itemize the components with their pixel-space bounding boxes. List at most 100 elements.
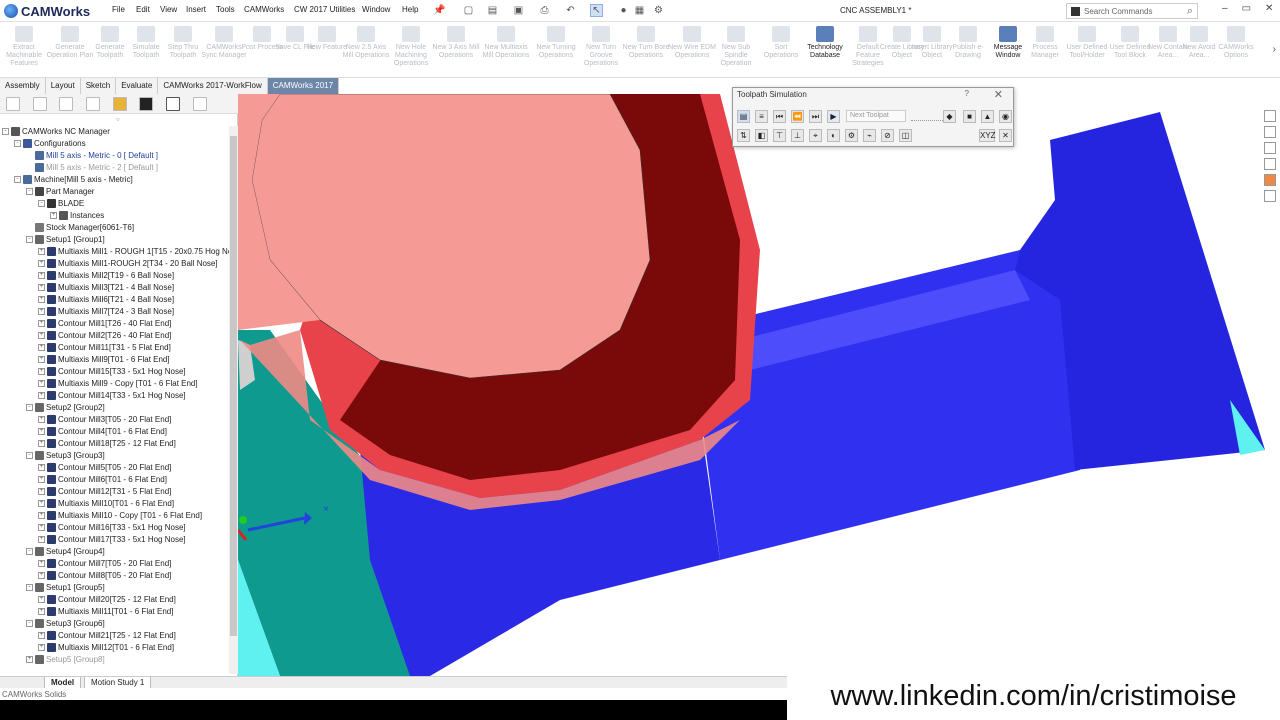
camworks-tool-tree-tab-icon[interactable]: [193, 97, 207, 111]
tool-icon[interactable]: ⊤: [773, 129, 786, 142]
ribbon-new-2-5-axis-mill-operations-button[interactable]: New 2.5 Axis Mill Operations: [342, 26, 390, 60]
collapse-icon[interactable]: -: [26, 235, 33, 243]
tab-layout[interactable]: Layout: [45, 78, 81, 94]
ribbon-new-turn-bore-operations-button[interactable]: New Turn Bore Operations: [622, 26, 670, 60]
file-properties-icon[interactable]: ▦: [633, 4, 646, 17]
expand-icon[interactable]: +: [38, 463, 45, 471]
ribbon-process-manager-button[interactable]: Process Manager: [1021, 26, 1069, 60]
collision-icon[interactable]: ⌁: [863, 129, 876, 142]
tree-item[interactable]: Mill 5 axis - Metric - 2 [ Default ]: [26, 161, 158, 173]
design-library-icon[interactable]: [1264, 126, 1276, 138]
minimize-icon[interactable]: –: [1222, 3, 1228, 14]
ribbon-technology-database-button[interactable]: Technology Database: [801, 26, 849, 60]
expand-icon[interactable]: +: [38, 595, 45, 603]
operation-item[interactable]: + Contour Mill16[T33 - 5x1 Hog Nose]: [38, 521, 186, 533]
expand-icon[interactable]: +: [50, 211, 57, 219]
configuration-manager-tab-icon[interactable]: [59, 97, 73, 111]
collapse-icon[interactable]: -: [26, 403, 33, 411]
feature-manager-tab-icon[interactable]: [6, 97, 20, 111]
setup-item[interactable]: - Setup3 [Group6]: [26, 617, 105, 629]
expand-icon[interactable]: +: [38, 343, 45, 351]
tree-item[interactable]: Stock Manager[6061-T6]: [26, 221, 134, 233]
rewind-icon[interactable]: ⏮: [773, 110, 786, 123]
expand-icon[interactable]: +: [38, 271, 45, 279]
menu-file[interactable]: File: [112, 5, 125, 14]
operation-item[interactable]: + Multiaxis Mill2[T19 - 6 Ball Nose]: [38, 269, 174, 281]
setup-item[interactable]: - Setup3 [Group3]: [26, 449, 105, 461]
menu-help[interactable]: Help: [402, 5, 418, 14]
operation-item[interactable]: + Contour Mill18[T25 - 12 Flat End]: [38, 437, 176, 449]
save-icon[interactable]: ▣: [512, 4, 525, 17]
close-icon[interactable]: ✕: [994, 88, 1003, 101]
operation-item[interactable]: + Contour Mill12[T31 - 5 Flat End]: [38, 485, 171, 497]
collapse-icon[interactable]: -: [26, 619, 33, 627]
graphics-area[interactable]: ×: [238, 94, 1280, 676]
open-icon[interactable]: ▤: [486, 4, 499, 17]
operation-item[interactable]: + Multiaxis Mill9[T01 - 6 Flat End]: [38, 353, 170, 365]
operation-item[interactable]: + Multiaxis Mill10 - Copy [T01 - 6 Flat E…: [38, 509, 202, 521]
camworks-operation-tree-tab-icon[interactable]: [166, 97, 180, 111]
file-explorer-icon[interactable]: [1264, 142, 1276, 154]
options-gear-icon[interactable]: ⚙: [652, 4, 665, 17]
step-forward-icon[interactable]: ⏭: [809, 110, 822, 123]
measure-icon[interactable]: ⌖: [809, 129, 822, 142]
operation-item[interactable]: + Multiaxis Mill11[T01 - 6 Flat End]: [38, 605, 173, 617]
panel-splitter[interactable]: ○: [116, 117, 120, 123]
operation-item[interactable]: + Contour Mill20[T25 - 12 Flat End]: [38, 593, 176, 605]
ribbon-new-wire-edm-operations-button[interactable]: New Wire EDM Operations: [668, 26, 716, 60]
tree-scrollbar-thumb[interactable]: [230, 136, 237, 636]
operation-item[interactable]: + Contour Mill4[T01 - 6 Flat End]: [38, 425, 167, 437]
expand-icon[interactable]: +: [38, 439, 45, 447]
operation-item[interactable]: + Multiaxis Mill1 - ROUGH 1[T15 - 20x0.75…: [38, 245, 243, 257]
ribbon-new-multiaxis-mill-operations-button[interactable]: New Multiaxis Mill Operations: [482, 26, 530, 60]
operation-item[interactable]: + Multiaxis Mill10[T01 - 6 Flat End]: [38, 497, 174, 509]
operation-item[interactable]: + Contour Mill2[T26 - 40 Flat End]: [38, 329, 171, 341]
expand-icon[interactable]: +: [38, 259, 45, 267]
expand-icon[interactable]: +: [38, 607, 45, 615]
expand-icon[interactable]: +: [38, 367, 45, 375]
tree-item[interactable]: - Machine[Mill 5 axis - Metric]: [14, 173, 133, 185]
tool-holder-icon[interactable]: ⊥: [791, 129, 804, 142]
operation-item[interactable]: + Contour Mill7[T05 - 20 Flat End]: [38, 557, 171, 569]
help-icon[interactable]: ?: [965, 89, 969, 98]
display-manager-tab-icon[interactable]: [113, 97, 127, 111]
ribbon-new-turning-operations-button[interactable]: New Turning Operations: [532, 26, 580, 60]
tree-item[interactable]: - Configurations: [14, 137, 86, 149]
tab-sketch[interactable]: Sketch: [80, 78, 117, 94]
undo-icon[interactable]: ↶: [564, 4, 577, 17]
ribbon-sort-operations-button[interactable]: Sort Operations: [757, 26, 805, 60]
menu-insert[interactable]: Insert: [186, 5, 206, 14]
collapse-icon[interactable]: -: [26, 451, 33, 459]
menu-view[interactable]: View: [160, 5, 177, 14]
property-manager-tab-icon[interactable]: [33, 97, 47, 111]
expand-icon[interactable]: +: [38, 247, 45, 255]
operation-item[interactable]: + Multiaxis Mill1-ROUGH 2[T34 - 20 Ball N…: [38, 257, 218, 269]
collapse-icon[interactable]: -: [2, 127, 9, 135]
collapse-icon[interactable]: -: [14, 175, 21, 183]
dimxpert-tab-icon[interactable]: [86, 97, 100, 111]
close-simulation-icon[interactable]: ✕: [999, 129, 1012, 142]
expand-icon[interactable]: +: [38, 511, 45, 519]
expand-icon[interactable]: +: [38, 643, 45, 651]
setup-item[interactable]: - Setup2 [Group2]: [26, 401, 105, 413]
run-to-next-toolpath-icon[interactable]: ▶: [827, 110, 840, 123]
show-holder-icon[interactable]: ▲: [981, 110, 994, 123]
expand-icon[interactable]: +: [38, 631, 45, 639]
select-icon[interactable]: ↖: [590, 4, 603, 17]
operation-item[interactable]: + Multiaxis Mill12[T01 - 6 Flat End]: [38, 641, 174, 653]
search-commands-input[interactable]: Search Commands ⌕: [1066, 3, 1198, 19]
play-mode-icon[interactable]: ▤: [737, 110, 750, 123]
ribbon-camworks-options-button[interactable]: CAMWorks Options: [1212, 26, 1260, 60]
expand-icon[interactable]: +: [38, 319, 45, 327]
tab-assembly[interactable]: Assembly: [0, 78, 46, 94]
expand-icon[interactable]: +: [38, 307, 45, 315]
ribbon-new-hole-machining-operations-button[interactable]: New Hole Machining Operations: [387, 26, 435, 68]
operation-item[interactable]: + Contour Mill8[T05 - 20 Flat End]: [38, 569, 171, 581]
ribbon-new-3-axis-mill-operations-button[interactable]: New 3 Axis Mill Operations: [432, 26, 480, 60]
menu-cw-2017-utilities[interactable]: CW 2017 Utilities: [294, 5, 355, 14]
expand-icon[interactable]: +: [38, 475, 45, 483]
tree-item[interactable]: - CAMWorks NC Manager: [2, 125, 110, 137]
part-mode-icon[interactable]: ◧: [755, 129, 768, 142]
pin-icon[interactable]: 📌: [433, 4, 446, 17]
close-icon[interactable]: ✕: [1265, 3, 1273, 14]
